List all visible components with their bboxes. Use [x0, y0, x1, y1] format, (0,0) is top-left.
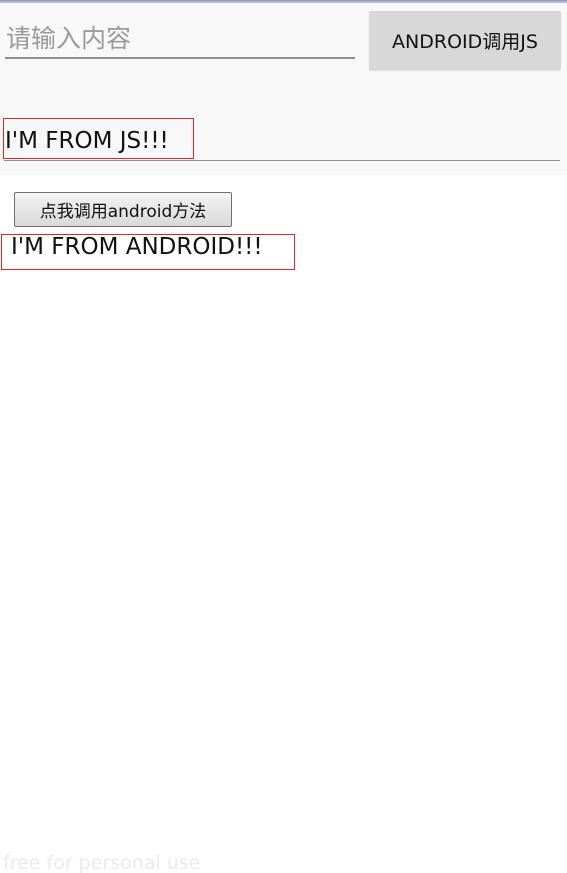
watermark-text: free for personal use	[3, 852, 201, 873]
android-call-js-button[interactable]: ANDROID调用JS	[369, 11, 561, 70]
call-android-method-button[interactable]: 点我调用android方法	[14, 192, 232, 227]
js-message-text: I'M FROM JS!!!	[5, 128, 169, 154]
app-screen: ANDROID调用JS I'M FROM JS!!! 点我调用android方法…	[0, 0, 567, 873]
js-message-underline	[4, 160, 560, 161]
android-message-text: I'M FROM ANDROID!!!	[11, 234, 263, 260]
content-input[interactable]	[5, 19, 355, 59]
